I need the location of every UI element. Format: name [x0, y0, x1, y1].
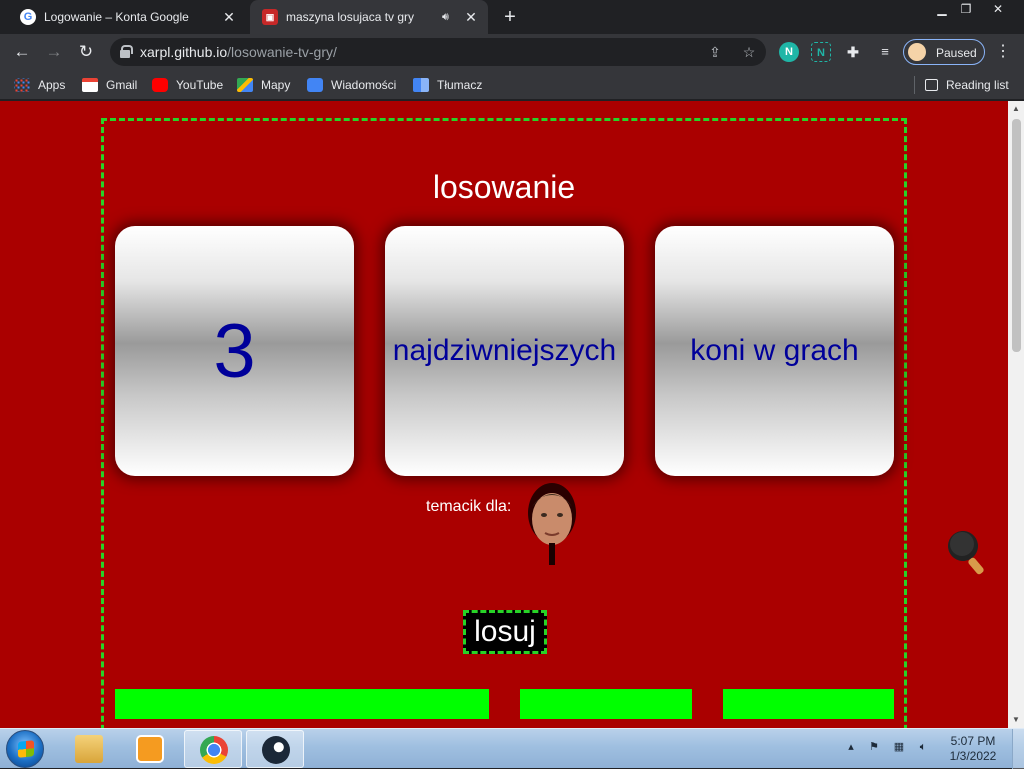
person-face-icon	[528, 483, 576, 565]
media-player-icon	[136, 735, 164, 763]
browser-toolbar: ← → ↻ xarpl.github.io/losowanie-tv-gry/ …	[0, 34, 1024, 70]
extension-n-box-icon[interactable]: N	[811, 42, 831, 62]
reload-icon[interactable]: ↻	[74, 40, 98, 64]
scroll-up-icon[interactable]: ▲	[1008, 101, 1024, 117]
maps-icon	[237, 78, 253, 92]
bookmark-mapy[interactable]: Mapy	[237, 77, 290, 93]
show-hidden-icons[interactable]: ▴	[843, 739, 859, 755]
translate-icon	[413, 78, 429, 92]
avatar	[908, 43, 926, 61]
menu-dots-icon[interactable]: ⋮	[991, 40, 1015, 64]
media-control-icon[interactable]: ≡	[875, 42, 895, 62]
clock-date: 1/3/2022	[949, 749, 997, 763]
reading-list-button[interactable]: Reading list	[925, 77, 1009, 93]
tab-google-login[interactable]: G Logowanie – Konta Google ✕	[8, 0, 246, 34]
tab-losowanie[interactable]: ▣ maszyna losujaca tv gry 🔊︎ ✕	[250, 0, 488, 34]
bookmark-star-icon[interactable]: ☆	[740, 43, 758, 61]
speaker-icon[interactable]: 🔊︎	[442, 11, 456, 24]
folder-icon	[75, 735, 103, 763]
chrome-icon	[200, 736, 228, 764]
bookmark-apps[interactable]: Apps	[14, 77, 65, 93]
taskbar-explorer[interactable]	[60, 730, 118, 768]
address-bar[interactable]: xarpl.github.io/losowanie-tv-gry/ ⇪ ☆	[110, 38, 766, 66]
result-bar-1	[115, 689, 489, 719]
youtube-icon	[152, 78, 168, 92]
page-scrollbar[interactable]: ▲ ▼	[1008, 101, 1024, 728]
restore-icon[interactable]: ❐	[953, 0, 979, 18]
extension-n-icon[interactable]: N	[779, 42, 799, 62]
window-close-icon[interactable]: ✕	[983, 0, 1013, 18]
volume-icon[interactable]: 🔈︎	[915, 739, 931, 755]
site-icon: ▣	[262, 9, 278, 25]
profile-button[interactable]: Paused	[903, 39, 985, 65]
google-icon: G	[20, 9, 36, 25]
page-viewport: losowanie 3 najdziwniejszych koni w grac…	[0, 101, 1008, 728]
topic-label: temacik dla:	[426, 498, 512, 515]
lock-icon[interactable]	[120, 45, 133, 58]
bookmark-tlumacz[interactable]: Tłumacz	[413, 77, 482, 93]
tab-title: maszyna losujaca tv gry	[286, 10, 415, 24]
slot-1: 3	[115, 226, 354, 476]
tab-title: Logowanie – Konta Google	[44, 10, 189, 24]
bookmark-gmail[interactable]: Gmail	[82, 77, 137, 93]
bookmarks-bar: Apps Gmail YouTube Mapy Wiadomości Tłuma…	[0, 70, 1024, 100]
action-center-icon[interactable]: ⚑	[866, 739, 882, 755]
clock-time: 5:07 PM	[950, 734, 996, 748]
tab-strip: G Logowanie – Konta Google ✕ ▣ maszyna l…	[0, 0, 1024, 34]
result-bar-2	[520, 689, 692, 719]
taskbar-chrome[interactable]	[184, 730, 242, 768]
apps-grid-icon	[14, 78, 30, 92]
forward-icon[interactable]: →	[42, 40, 66, 64]
new-tab-button[interactable]: +	[498, 5, 522, 29]
back-icon[interactable]: ←	[10, 40, 34, 64]
close-tab-icon[interactable]: ✕	[462, 9, 480, 26]
reading-list-icon	[925, 79, 938, 91]
gmail-icon	[82, 78, 98, 92]
slot-3: koni w grach	[655, 226, 894, 476]
ping-pong-paddle-icon	[948, 531, 984, 575]
start-button[interactable]	[6, 730, 44, 768]
news-icon	[307, 78, 323, 92]
windows-taskbar: ▴ ⚑ ▦ 🔈︎ 5:07 PM 1/3/2022	[0, 728, 1024, 769]
extensions-puzzle-icon[interactable]: ✚	[843, 42, 863, 62]
result-bar-3	[723, 689, 894, 719]
scroll-thumb[interactable]	[1012, 119, 1021, 352]
profile-status: Paused	[936, 46, 977, 60]
show-desktop-button[interactable]	[1012, 729, 1024, 769]
scroll-down-icon[interactable]: ▼	[1008, 712, 1024, 728]
page-title: losowanie	[432, 169, 576, 205]
taskbar-media-player[interactable]	[121, 730, 179, 768]
bookmark-youtube[interactable]: YouTube	[152, 77, 223, 93]
close-tab-icon[interactable]: ✕	[220, 9, 238, 26]
slot-2: najdziwniejszych	[385, 226, 624, 476]
draw-button[interactable]: losuj	[463, 610, 547, 654]
network-icon[interactable]: ▦	[891, 739, 907, 755]
url-text: xarpl.github.io/losowanie-tv-gry/	[140, 44, 337, 60]
minimize-icon[interactable]: ▁	[929, 0, 955, 18]
share-icon[interactable]: ⇪	[706, 43, 724, 61]
machine-frame: losowanie 3 najdziwniejszych koni w grac…	[101, 118, 907, 728]
bookmarks-divider	[914, 76, 915, 94]
steam-icon	[262, 736, 290, 764]
system-clock[interactable]: 5:07 PM 1/3/2022	[943, 734, 1003, 764]
bookmark-wiadomosci[interactable]: Wiadomości	[307, 77, 396, 93]
taskbar-steam[interactable]	[246, 730, 304, 768]
